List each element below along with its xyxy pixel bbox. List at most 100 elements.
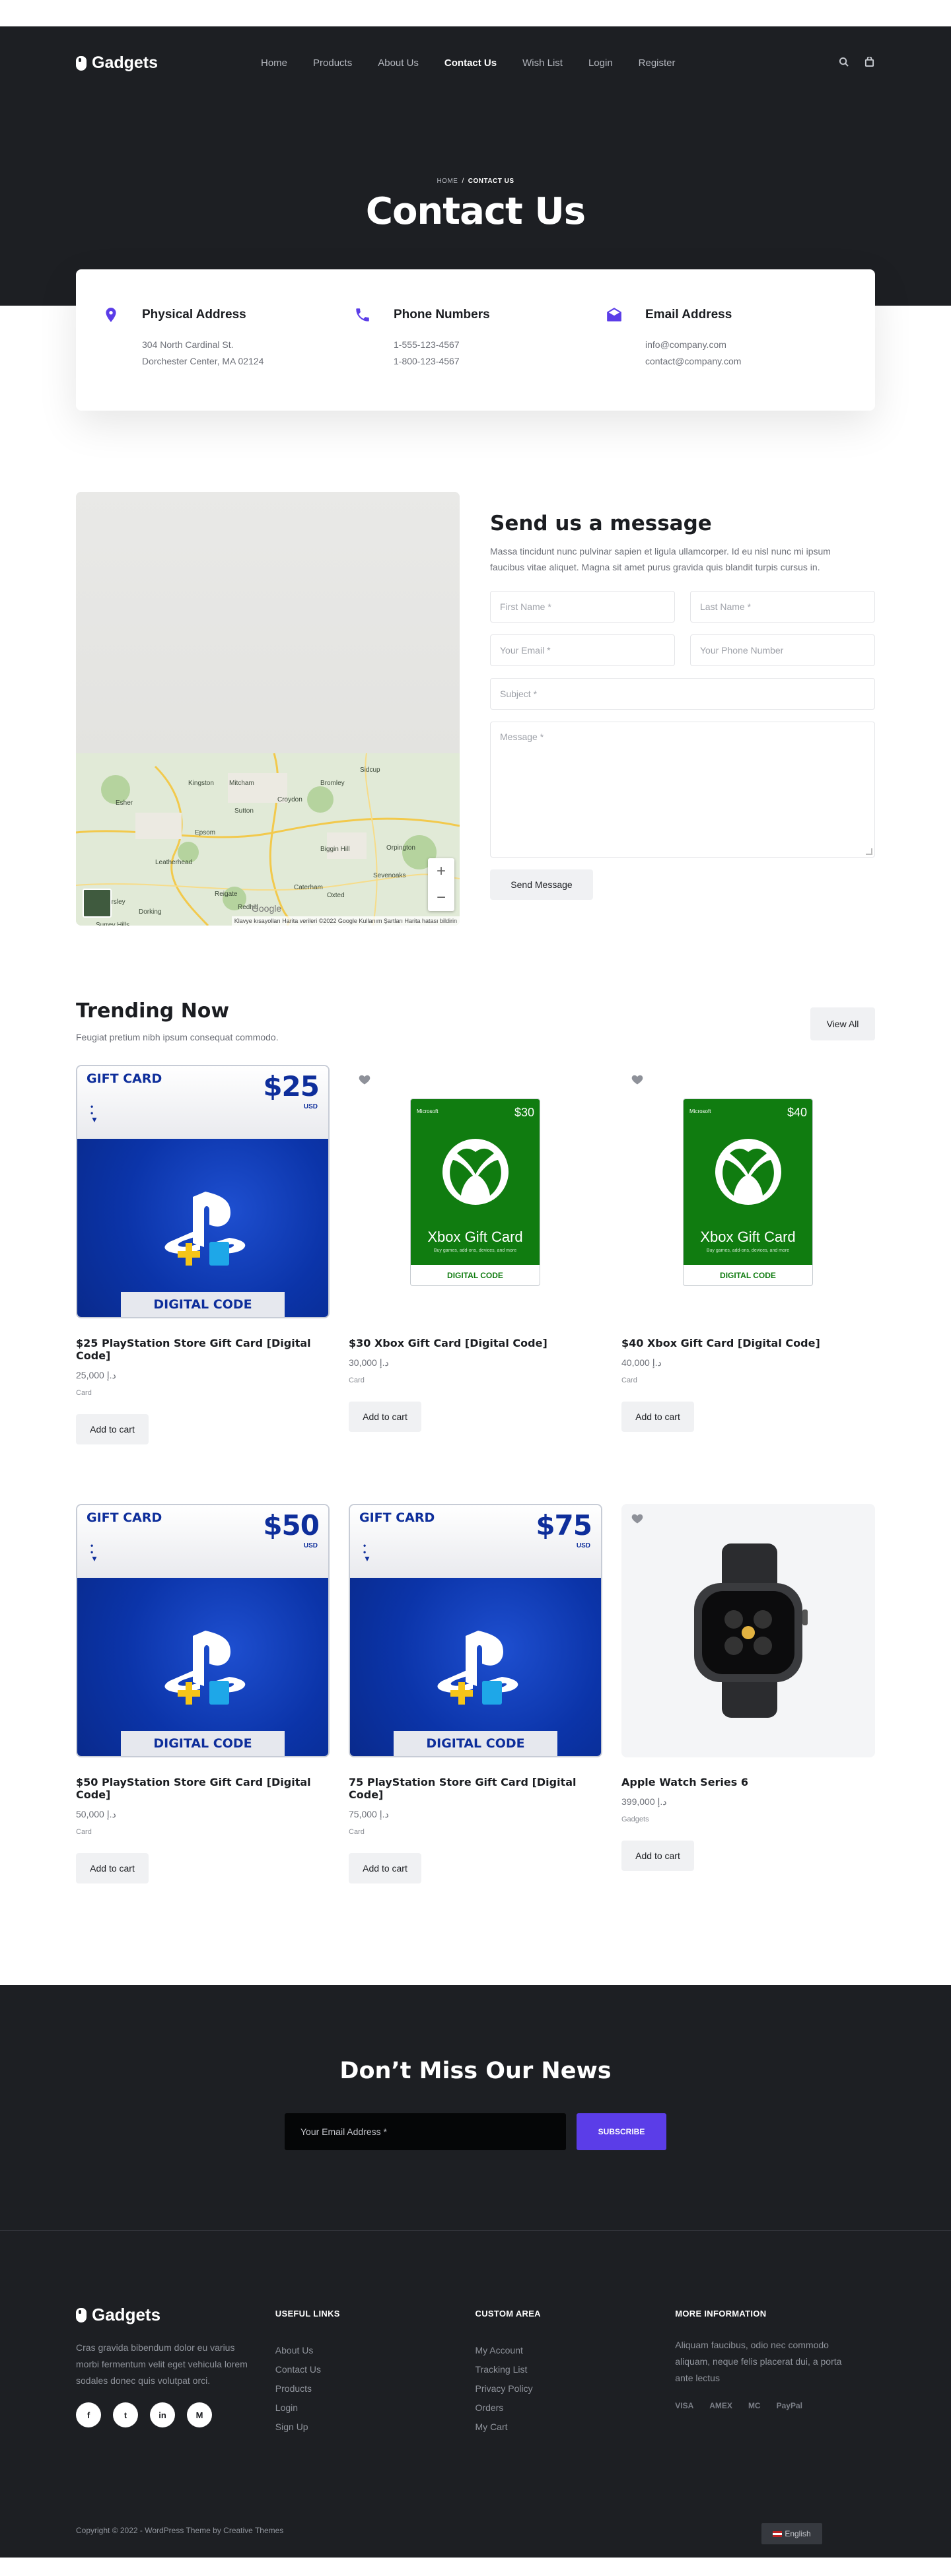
form-title: Send us a message	[490, 512, 712, 535]
zoom-out-button[interactable]: −	[437, 889, 446, 907]
product-image[interactable]: GIFT CARD $25 USD • • ▼ DIGITAL CODE	[76, 1065, 330, 1318]
brand-logo[interactable]: Gadgets	[76, 53, 261, 73]
nav-item-wish-list[interactable]: Wish List	[522, 57, 563, 69]
footer-link[interactable]: About Us	[275, 2341, 476, 2360]
contact-line-2[interactable]: 1-800-123-4567	[394, 356, 460, 366]
search-icon[interactable]	[839, 57, 849, 70]
product-image[interactable]	[621, 1504, 875, 1757]
wishlist-heart-icon[interactable]	[631, 1073, 644, 1086]
subscribe-button[interactable]: SUBSCRIBE	[577, 2113, 666, 2150]
card-amount: $50	[263, 1509, 320, 1542]
zoom-in-button[interactable]: +	[437, 862, 446, 881]
product-category[interactable]: Card	[76, 1389, 330, 1397]
wishlist-heart-icon[interactable]	[358, 1073, 371, 1086]
hero-title-block: HOME / CONTACT US Contact Us	[0, 100, 951, 233]
product-card: GIFT CARD $50 USD • • ▼ DIGITAL CODE $50 Play…	[76, 1504, 330, 1883]
nav-item-products[interactable]: Products	[313, 57, 352, 69]
nav-item-register[interactable]: Register	[639, 57, 676, 69]
card-amount: $30	[514, 1106, 534, 1119]
last-name-input[interactable]: Last Name *	[690, 591, 875, 623]
language-switcher[interactable]: English	[761, 2523, 822, 2544]
payment-methods: VISA AMEX MC PayPal	[675, 2401, 875, 2410]
contact-details: 304 North Cardinal St. Dorchester Center,…	[142, 337, 264, 370]
contact-line-2[interactable]: Dorchester Center, MA 02124	[142, 356, 264, 366]
product-category[interactable]: Card	[76, 1828, 330, 1836]
newsletter-email-input[interactable]: Your Email Address *	[285, 2113, 566, 2150]
product-image[interactable]: GIFT CARD $50 USD • • ▼ DIGITAL CODE	[76, 1504, 330, 1757]
footer-link[interactable]: Products	[275, 2379, 476, 2398]
subject-input[interactable]: Subject *	[490, 678, 875, 710]
contact-text: Email Address info@company.com contact@com…	[645, 306, 741, 411]
footer-link[interactable]: Login	[275, 2398, 476, 2418]
payment-visa-icon: VISA	[675, 2401, 694, 2410]
gift-card-label: GIFT CARD	[359, 1510, 435, 1525]
newsletter-title: Don’t Miss Our News	[339, 2058, 612, 2084]
product-name[interactable]: $40 Xbox Gift Card [Digital Code]	[621, 1337, 875, 1349]
map-place-label: Bromley	[320, 780, 345, 787]
footer-link[interactable]: Tracking List	[476, 2360, 676, 2379]
contact-line-1[interactable]: info@company.com	[645, 339, 726, 350]
product-image[interactable]: GIFT CARD $75 USD • • ▼ DIGITAL CODE	[349, 1504, 602, 1757]
breadcrumb-home[interactable]: HOME	[437, 178, 458, 185]
map-place-label: Sidcup	[360, 766, 380, 774]
product-name[interactable]: Apple Watch Series 6	[621, 1776, 875, 1788]
nav-item-home[interactable]: Home	[261, 57, 287, 69]
footer-link[interactable]: Privacy Policy	[476, 2379, 676, 2398]
footer-link[interactable]: My Account	[476, 2341, 676, 2360]
payment-amex-icon: AMEX	[709, 2401, 732, 2410]
medium-icon[interactable]: M	[187, 2402, 212, 2427]
map-places: Kingston Mitcham Croydon Bromley Sidcup Sutto…	[76, 753, 460, 926]
product-price: د.إ 50,000	[76, 1809, 116, 1819]
view-all-button[interactable]: View All	[810, 1007, 875, 1040]
ps-store-icon	[209, 1242, 229, 1266]
nav-item-contact-us[interactable]: Contact Us	[444, 57, 497, 69]
twitter-icon[interactable]: t	[113, 2402, 138, 2427]
message-textarea[interactable]: Message *	[490, 722, 875, 858]
email-input[interactable]: Your Email *	[490, 634, 675, 666]
footer-custom-area: CUSTOM AREA My Account Tracking List Priva…	[476, 2305, 676, 2437]
product-name[interactable]: 75 PlayStation Store Gift Card [Digital …	[349, 1776, 602, 1801]
map-place-label: Biggin Hill	[320, 846, 350, 853]
product-image[interactable]: Microsoft $40 Xbox Gift Card Buy games, add…	[621, 1065, 875, 1318]
product-category[interactable]: Gadgets	[621, 1815, 875, 1823]
microsoft-label: Microsoft	[417, 1108, 439, 1114]
add-to-cart-button[interactable]: Add to cart	[621, 1402, 694, 1432]
product-card: Microsoft $40 Xbox Gift Card Buy games, add…	[621, 1065, 875, 1444]
contact-line-1[interactable]: 304 North Cardinal St.	[142, 339, 234, 350]
wishlist-heart-icon[interactable]	[631, 1512, 644, 1525]
nav-item-about-us[interactable]: About Us	[378, 57, 419, 69]
product-category[interactable]: Card	[621, 1376, 875, 1384]
satellite-toggle[interactable]	[83, 889, 112, 918]
product-name[interactable]: $50 PlayStation Store Gift Card [Digital…	[76, 1776, 330, 1801]
map-place-label: Dorking	[139, 908, 162, 916]
add-to-cart-button[interactable]: Add to cart	[349, 1402, 421, 1432]
product-name[interactable]: $25 PlayStation Store Gift Card [Digital…	[76, 1337, 330, 1362]
product-image[interactable]: Microsoft $30 Xbox Gift Card Buy games, add…	[349, 1065, 602, 1318]
bag-icon[interactable]	[864, 55, 874, 70]
footer-logo[interactable]: Gadgets	[76, 2305, 275, 2325]
message-section: Kingston Mitcham Croydon Bromley Sidcup Sutto…	[0, 492, 951, 926]
map-place-label: Leatherhead	[155, 859, 193, 866]
copyright: Copyright © 2022 - WordPress Theme by Cr…	[76, 2526, 284, 2535]
add-to-cart-button[interactable]: Add to cart	[76, 1853, 149, 1883]
footer-link[interactable]: Sign Up	[275, 2418, 476, 2437]
add-to-cart-button[interactable]: Add to cart	[76, 1414, 149, 1444]
send-message-button[interactable]: Send Message	[490, 869, 593, 900]
footer-link[interactable]: Contact Us	[275, 2360, 476, 2379]
phone-input[interactable]: Your Phone Number	[690, 634, 875, 666]
product-category[interactable]: Card	[349, 1376, 602, 1384]
linkedin-icon[interactable]: in	[150, 2402, 175, 2427]
contact-line-2[interactable]: contact@company.com	[645, 356, 741, 366]
google-map[interactable]: Kingston Mitcham Croydon Bromley Sidcup Sutto…	[76, 492, 460, 926]
footer-link[interactable]: Orders	[476, 2398, 676, 2418]
nav-item-login[interactable]: Login	[588, 57, 613, 69]
add-to-cart-button[interactable]: Add to cart	[621, 1841, 694, 1871]
contact-line-1[interactable]: 1-555-123-4567	[394, 339, 460, 350]
footer-link[interactable]: My Cart	[476, 2418, 676, 2437]
product-name[interactable]: $30 Xbox Gift Card [Digital Code]	[349, 1337, 602, 1349]
product-category[interactable]: Card	[349, 1828, 602, 1836]
contact-email-address: Email Address info@company.com contact@com…	[606, 306, 857, 411]
add-to-cart-button[interactable]: Add to cart	[349, 1853, 421, 1883]
first-name-input[interactable]: First Name *	[490, 591, 675, 623]
facebook-icon[interactable]: f	[76, 2402, 101, 2427]
